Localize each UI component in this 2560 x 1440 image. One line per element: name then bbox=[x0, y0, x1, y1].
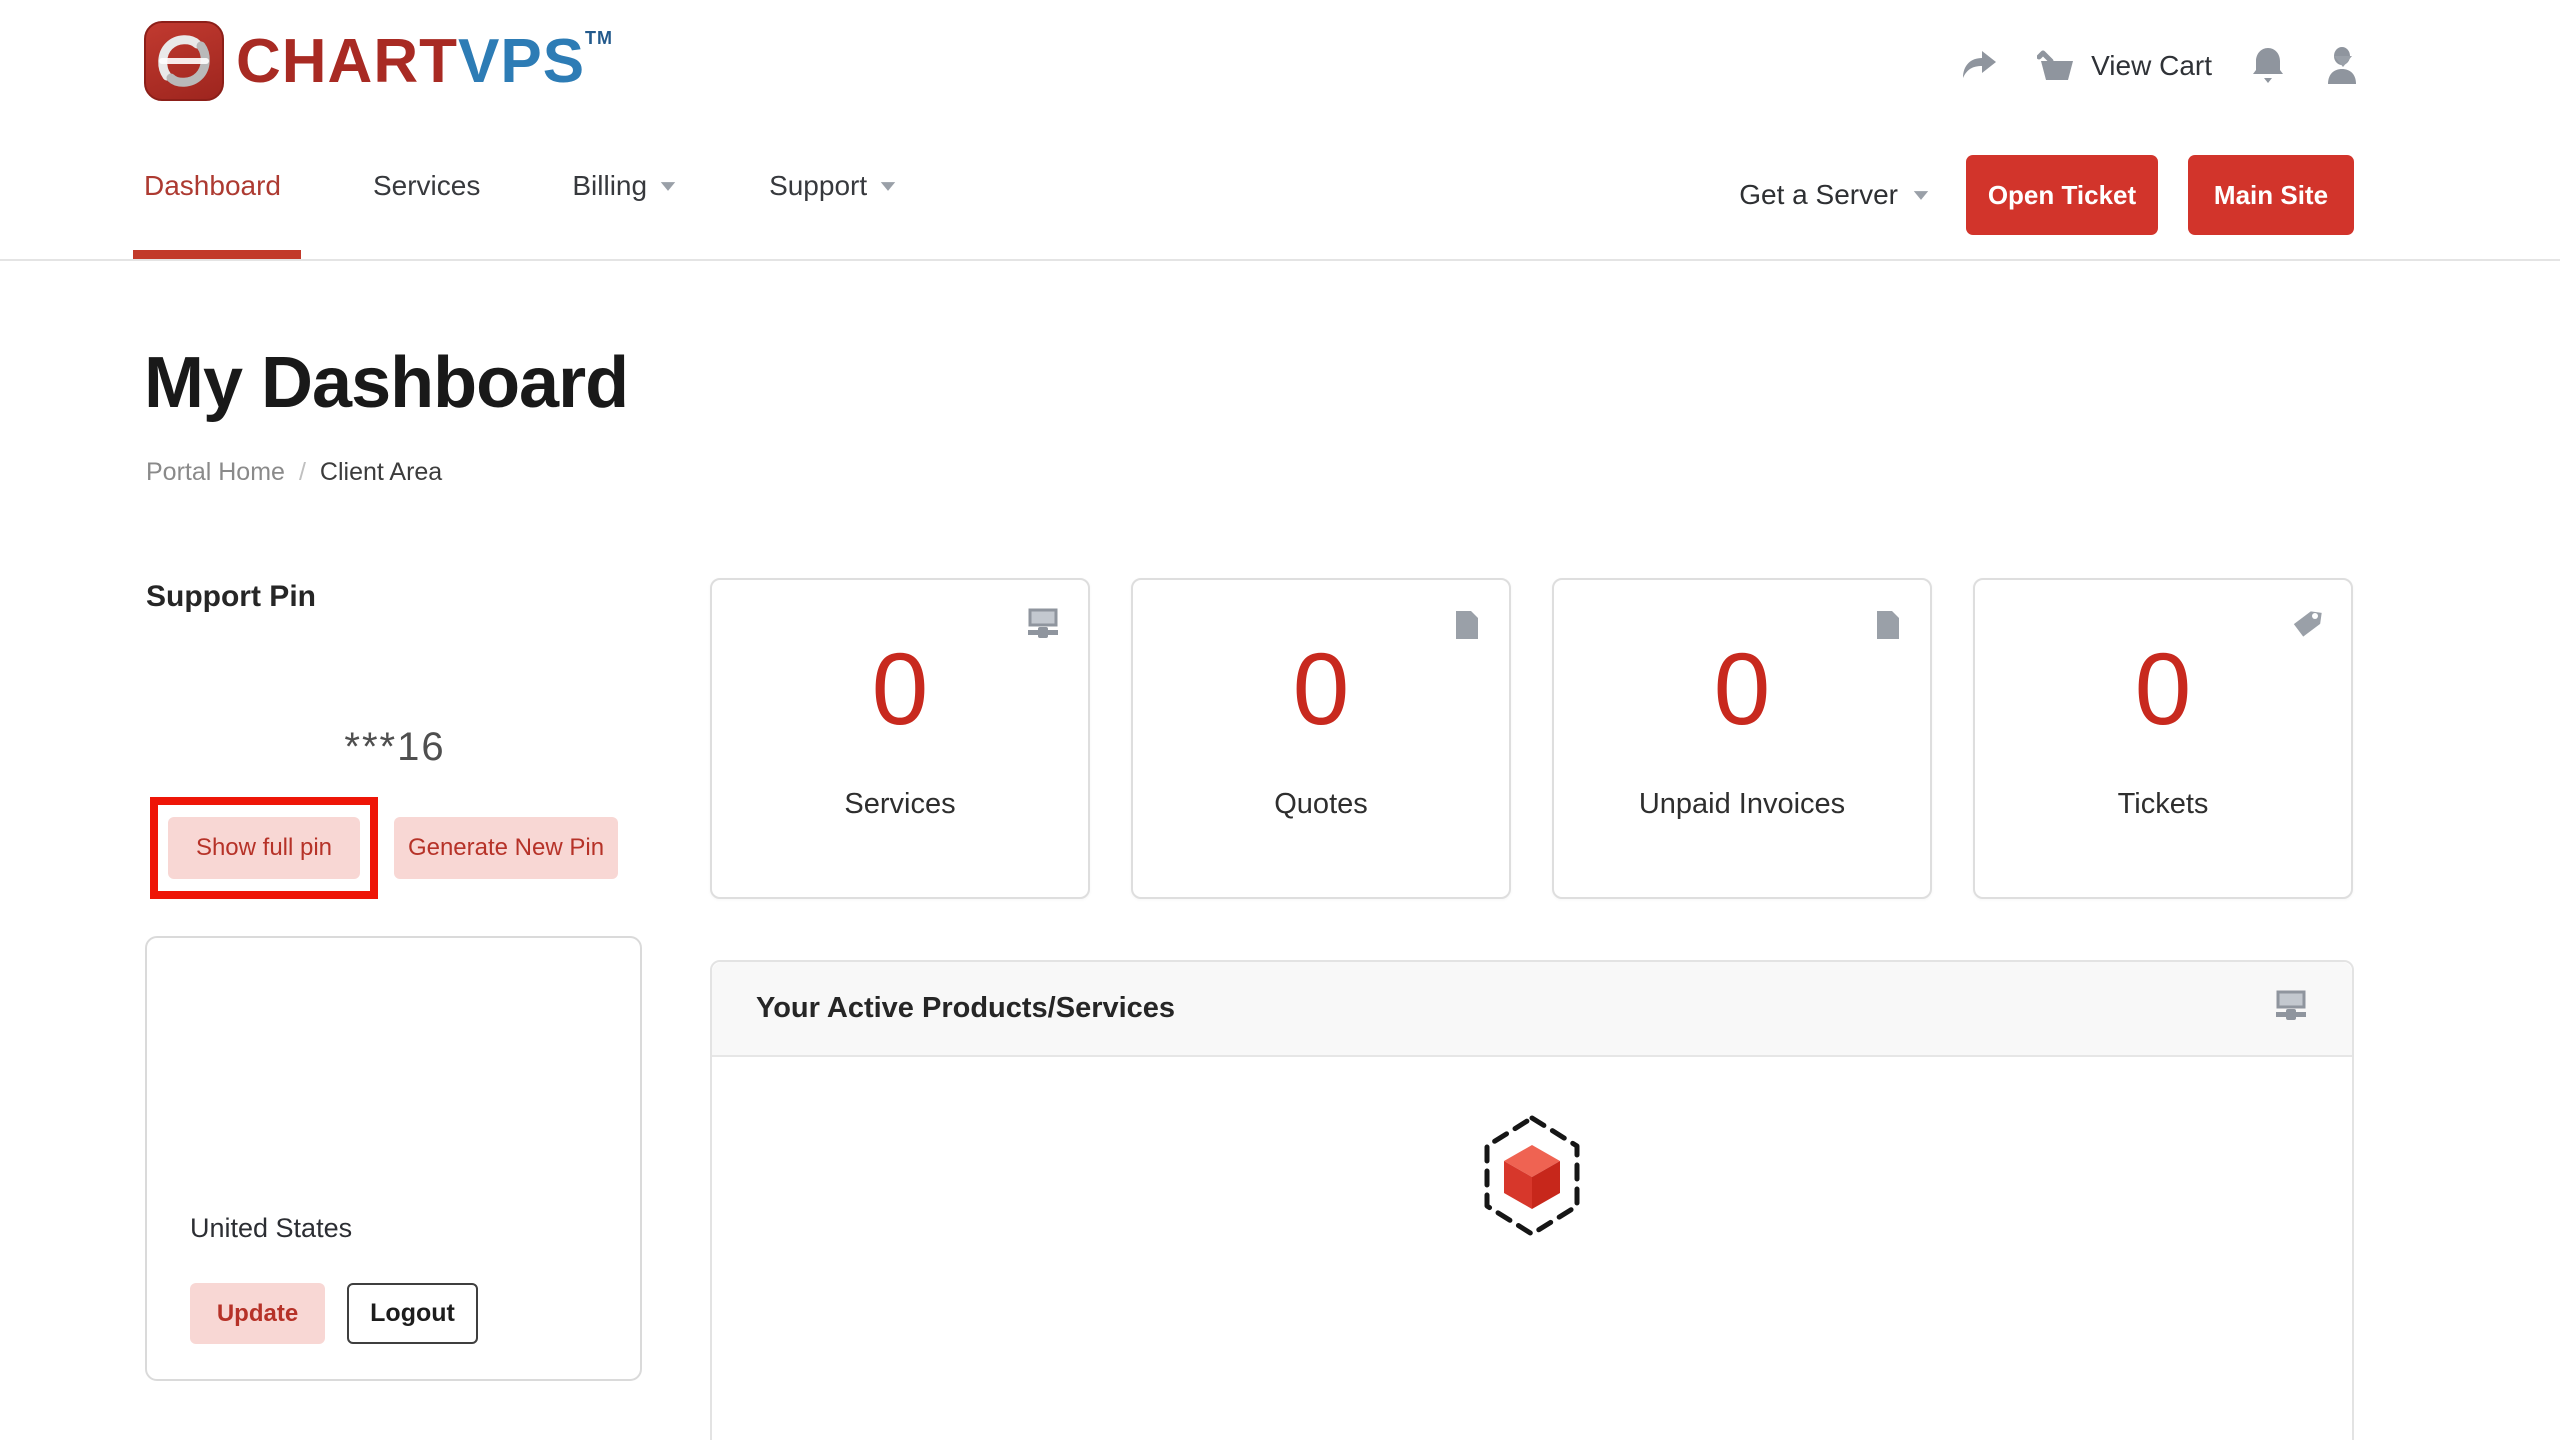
active-tab-underline bbox=[133, 250, 301, 259]
logo-text-vps: VPS bbox=[458, 31, 585, 93]
active-services-body: No Active Services Found Order New Servi… bbox=[712, 1057, 2352, 1440]
stat-label: Tickets bbox=[1975, 788, 2351, 821]
breadcrumb-client-area: Client Area bbox=[320, 458, 442, 487]
logo-wordmark: CHARTVPSTM bbox=[236, 21, 613, 93]
open-ticket-button[interactable]: Open Ticket bbox=[1966, 155, 2158, 235]
nav-tab-services[interactable]: Services bbox=[373, 170, 480, 202]
chartvps-logo[interactable]: CHARTVPSTM bbox=[144, 21, 613, 101]
stat-card-tickets[interactable]: 0 Tickets bbox=[1973, 578, 2353, 899]
chevron-down-icon bbox=[881, 182, 895, 191]
logo-trademark: TM bbox=[585, 29, 613, 47]
masked-pin-value: ***16 bbox=[145, 725, 645, 770]
nav-actions: Get a Server Open Ticket Main Site bbox=[1739, 155, 2354, 235]
nav-label: Services bbox=[373, 170, 480, 202]
main-navigation: Dashboard Services Billing Support bbox=[144, 170, 897, 202]
get-a-server-label: Get a Server bbox=[1739, 179, 1898, 211]
header-icon-row: View Cart bbox=[1959, 40, 2360, 92]
stat-label: Quotes bbox=[1133, 788, 1509, 821]
main-site-button[interactable]: Main Site bbox=[2188, 155, 2354, 235]
account-menu-caret-icon[interactable] bbox=[2334, 56, 2352, 67]
stat-value: 0 bbox=[1133, 638, 1509, 740]
logo-sine-icon bbox=[144, 21, 224, 101]
notifications-bell-icon[interactable] bbox=[2250, 46, 2286, 86]
nav-label: Billing bbox=[572, 170, 647, 202]
logout-button[interactable]: Logout bbox=[347, 1283, 478, 1344]
chevron-down-icon bbox=[661, 182, 675, 191]
stat-card-quotes[interactable]: 0 Quotes bbox=[1131, 578, 1511, 899]
update-profile-button[interactable]: Update bbox=[190, 1283, 325, 1344]
nav-tab-dashboard[interactable]: Dashboard bbox=[144, 170, 281, 202]
breadcrumb: Portal Home / Client Area bbox=[146, 458, 442, 487]
profile-country: United States bbox=[190, 1213, 352, 1244]
stat-card-services[interactable]: 0 Services bbox=[710, 578, 1090, 899]
nav-tab-support[interactable]: Support bbox=[769, 170, 897, 202]
cart-basket-icon bbox=[2037, 49, 2077, 83]
nav-label: Support bbox=[769, 170, 867, 202]
profile-card: United States Update Logout bbox=[145, 936, 642, 1381]
view-cart-label: View Cart bbox=[2091, 50, 2212, 82]
breadcrumb-portal-home[interactable]: Portal Home bbox=[146, 458, 285, 487]
nav-tab-billing[interactable]: Billing bbox=[572, 170, 677, 202]
show-full-pin-button[interactable]: Show full pin bbox=[168, 817, 360, 879]
breadcrumb-separator: / bbox=[299, 458, 306, 487]
top-header: CHARTVPSTM View Cart bbox=[0, 0, 2560, 261]
get-a-server-dropdown[interactable]: Get a Server bbox=[1739, 179, 1930, 211]
nav-label: Dashboard bbox=[144, 170, 281, 202]
active-services-panel: Your Active Products/Services No Active … bbox=[710, 960, 2354, 1440]
active-services-title: Your Active Products/Services bbox=[756, 992, 1175, 1025]
stat-card-unpaid-invoices[interactable]: 0 Unpaid Invoices bbox=[1552, 578, 1932, 899]
profile-card-buttons: Update Logout bbox=[190, 1283, 478, 1344]
active-services-header: Your Active Products/Services bbox=[712, 962, 2352, 1057]
logo-text-chart: CHART bbox=[236, 31, 458, 93]
network-icon bbox=[2274, 990, 2308, 1027]
stat-value: 0 bbox=[1975, 638, 2351, 740]
empty-state-cube-icon bbox=[1480, 1115, 1584, 1242]
chevron-down-icon bbox=[1914, 191, 1928, 200]
stat-label: Unpaid Invoices bbox=[1554, 788, 1930, 821]
generate-new-pin-button[interactable]: Generate New Pin bbox=[394, 817, 618, 879]
stat-label: Services bbox=[712, 788, 1088, 821]
forward-arrow-icon[interactable] bbox=[1959, 50, 1999, 82]
page-title: My Dashboard bbox=[144, 342, 628, 424]
stat-value: 0 bbox=[1554, 638, 1930, 740]
support-pin-heading: Support Pin bbox=[146, 580, 316, 614]
stat-value: 0 bbox=[712, 638, 1088, 740]
view-cart-button[interactable]: View Cart bbox=[2037, 49, 2212, 83]
